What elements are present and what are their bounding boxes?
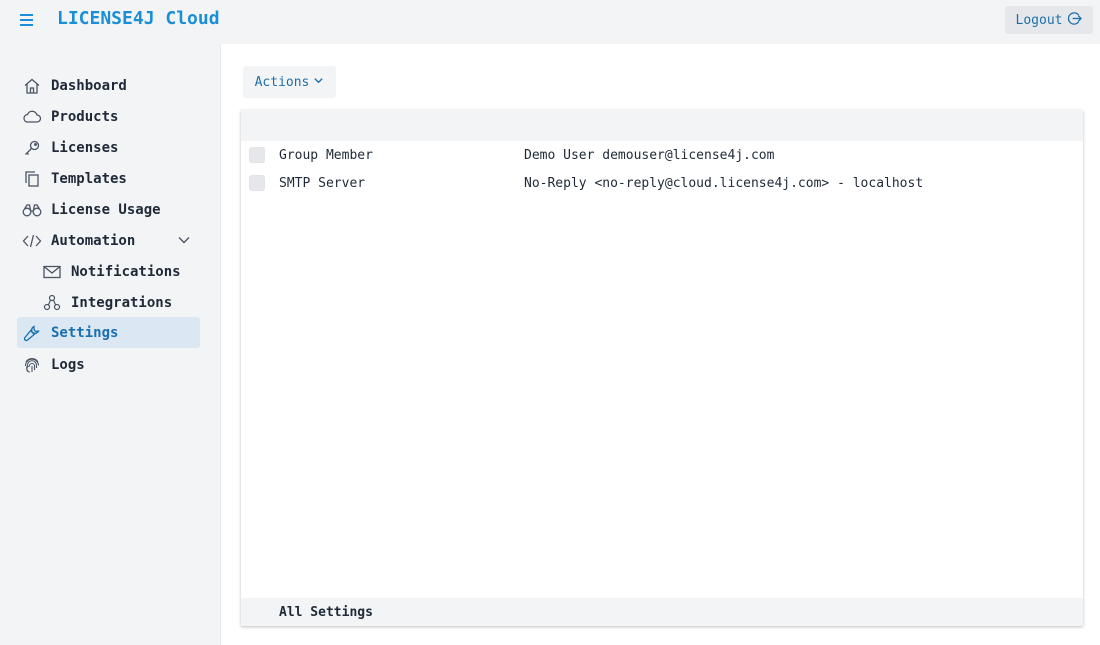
footer-label: All Settings	[279, 604, 373, 620]
logout-label: Logout	[1015, 12, 1063, 28]
envelope-icon	[42, 263, 62, 281]
sidebar-item-notifications[interactable]: Notifications	[17, 256, 200, 287]
sidebar-item-integrations[interactable]: Integrations	[17, 287, 200, 318]
sidebar-item-settings[interactable]: Settings	[17, 317, 200, 348]
sidebar: Dashboard Products Licenses Templates Li…	[0, 44, 221, 645]
sidebar-item-label: Templates	[51, 170, 127, 187]
wrench-icon	[22, 324, 42, 342]
row-checkbox[interactable]	[249, 147, 265, 163]
sidebar-item-label: License Usage	[51, 201, 161, 218]
sidebar-item-label: Logs	[51, 356, 85, 373]
table-row[interactable]: Group Member Demo User demouser@license4…	[241, 141, 1083, 169]
sidebar-item-label: Licenses	[51, 139, 119, 156]
sidebar-item-label: Products	[51, 108, 119, 125]
sidebar-item-label: Automation	[51, 232, 136, 249]
panel-header	[241, 110, 1083, 141]
settings-panel: Group Member Demo User demouser@license4…	[241, 110, 1083, 626]
chevron-down-icon[interactable]	[177, 233, 191, 251]
actions-button[interactable]: Actions	[243, 66, 336, 98]
logout-button[interactable]: Logout	[1005, 6, 1093, 34]
setting-value: Demo User demouser@license4j.com	[524, 147, 775, 163]
chevron-down-icon	[313, 75, 324, 90]
sidebar-item-label: Integrations	[71, 294, 173, 311]
sidebar-item-products[interactable]: Products	[17, 101, 200, 132]
sidebar-item-templates[interactable]: Templates	[17, 163, 200, 194]
table-row[interactable]: SMTP Server No-Reply <no-reply@cloud.lic…	[241, 169, 1083, 197]
cloud-icon	[22, 108, 42, 126]
home-icon	[22, 77, 42, 95]
row-checkbox[interactable]	[249, 175, 265, 191]
panel-footer: All Settings	[241, 598, 1083, 626]
sidebar-item-label: Dashboard	[51, 77, 127, 94]
fingerprint-icon	[22, 356, 42, 374]
copy-icon	[22, 170, 42, 188]
key-icon	[22, 139, 42, 157]
sidebar-item-licenses[interactable]: Licenses	[17, 132, 200, 163]
setting-name: SMTP Server	[279, 175, 366, 191]
main-content: Actions Group Member Demo User demouser@…	[221, 44, 1100, 645]
code-icon	[22, 232, 42, 250]
sidebar-item-automation[interactable]: Automation	[17, 225, 200, 256]
logout-icon	[1067, 11, 1083, 30]
setting-value: No-Reply <no-reply@cloud.license4j.com> …	[524, 175, 924, 191]
top-bar: LICENSE4J Cloud Logout	[0, 0, 1100, 44]
diagram-icon	[42, 294, 62, 312]
sidebar-item-logs[interactable]: Logs	[17, 349, 200, 380]
sidebar-item-dashboard[interactable]: Dashboard	[17, 70, 200, 101]
brand-title[interactable]: LICENSE4J Cloud	[57, 8, 220, 29]
sidebar-item-license-usage[interactable]: License Usage	[17, 194, 200, 225]
menu-icon[interactable]	[19, 13, 35, 27]
binoculars-icon	[22, 201, 42, 219]
sidebar-item-label: Settings	[51, 324, 119, 341]
sidebar-item-label: Notifications	[71, 263, 181, 280]
setting-name: Group Member	[279, 147, 373, 163]
actions-label: Actions	[254, 74, 310, 90]
